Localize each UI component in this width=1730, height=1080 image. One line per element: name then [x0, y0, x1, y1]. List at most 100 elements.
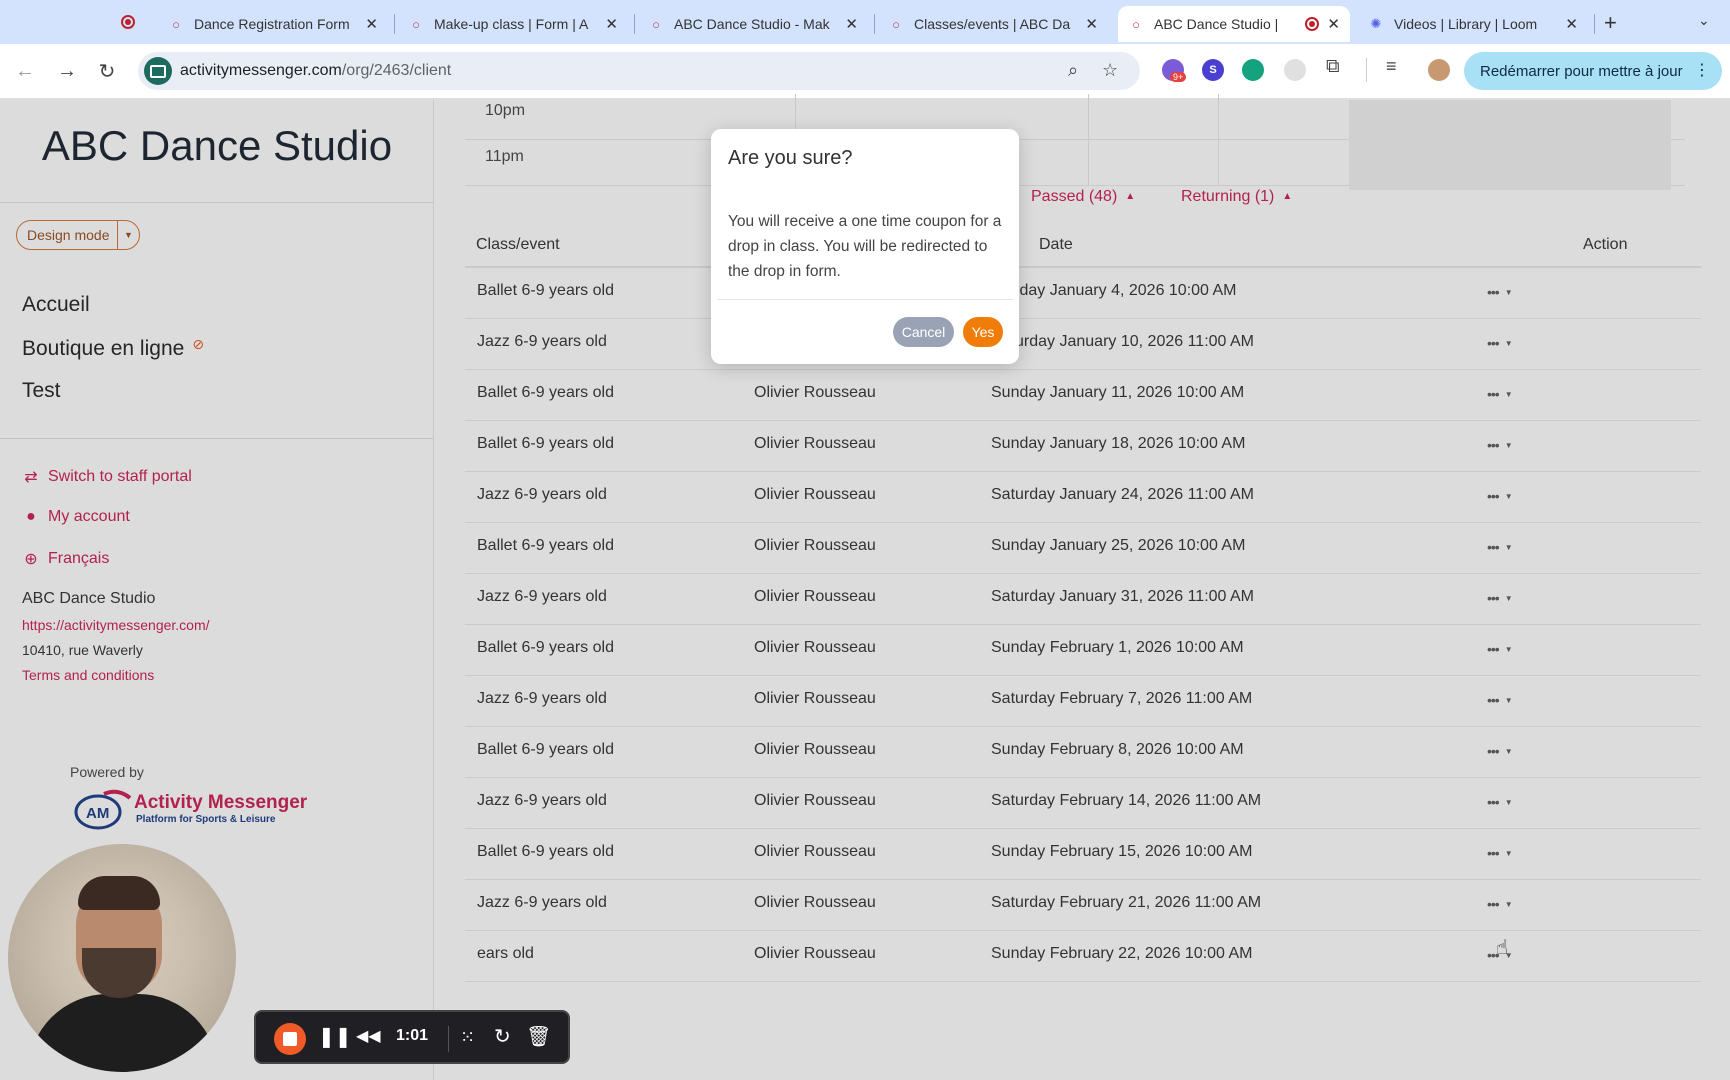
- cancel-button[interactable]: Cancel: [893, 317, 954, 347]
- row-date: Sunday February 15, 2026 10:00 AM: [991, 843, 1253, 860]
- passed-filter[interactable]: Passed (48) ▲: [1031, 188, 1135, 206]
- row-action-menu[interactable]: ••• ▼: [1487, 794, 1513, 810]
- grammarly-icon[interactable]: [1242, 59, 1264, 81]
- row-date: Saturday February 14, 2026 11:00 AM: [991, 792, 1262, 809]
- row-action-menu[interactable]: ••• ▼: [1487, 896, 1513, 912]
- more-dots-icon: •••: [1487, 437, 1500, 453]
- chevron-down-icon: ▼: [1504, 339, 1513, 348]
- row-action-menu[interactable]: ••• ▼: [1487, 386, 1513, 402]
- row-class: Ballet 6-9 years old: [477, 639, 614, 656]
- chevron-down-icon[interactable]: ▼: [117, 221, 139, 249]
- grid-icon[interactable]: ⁙: [460, 1025, 475, 1049]
- close-tab-icon[interactable]: ✕: [1327, 15, 1340, 33]
- row-instructor: Olivier Rousseau: [754, 690, 876, 707]
- row-action-menu[interactable]: ••• ▼: [1487, 488, 1513, 504]
- site-info-icon[interactable]: [144, 57, 172, 85]
- browser-tab-4[interactable]: ○ Classes/events | ABC Da ✕: [878, 6, 1108, 42]
- bookmark-star-icon[interactable]: ☆: [1102, 60, 1118, 81]
- reload-icon[interactable]: ↻: [92, 56, 122, 86]
- sidebar-item-boutique[interactable]: Boutique en ligne ⊘: [22, 336, 204, 361]
- row-action-menu[interactable]: ••• ▼: [1487, 845, 1513, 861]
- pause-icon[interactable]: ❚❚: [318, 1025, 352, 1049]
- row-action-menu[interactable]: ••• ▼: [1487, 437, 1513, 453]
- tab-search-chevron-icon[interactable]: ⌄: [1698, 12, 1710, 29]
- row-date: Saturday February 21, 2026 11:00 AM: [991, 894, 1262, 911]
- media-queue-icon[interactable]: ≡: [1386, 56, 1397, 77]
- chevron-down-icon: ▼: [1504, 798, 1513, 807]
- rewind-icon[interactable]: ◀◀: [356, 1025, 381, 1049]
- row-instructor: Olivier Rousseau: [754, 639, 876, 656]
- back-arrow-icon[interactable]: ←: [10, 56, 40, 86]
- row-action-menu[interactable]: ••• ▼: [1487, 335, 1513, 351]
- sidebar-item-accueil[interactable]: Accueil: [22, 293, 90, 317]
- eye-off-icon: ⊘: [192, 336, 205, 352]
- new-tab-button[interactable]: +: [1604, 10, 1617, 36]
- my-account-link[interactable]: ● My account: [22, 508, 130, 526]
- zoom-icon[interactable]: ⌕: [1068, 60, 1078, 81]
- profile-avatar-icon[interactable]: [1428, 59, 1450, 81]
- row-class: Ballet 6-9 years old: [477, 282, 614, 299]
- row-class: Ballet 6-9 years old: [477, 435, 614, 452]
- browser-tab-1[interactable]: ○ Dance Registration Form ✕: [158, 6, 388, 42]
- language-link[interactable]: ⊕ Français: [22, 549, 109, 569]
- chevron-down-icon: ▼: [1504, 900, 1513, 909]
- activity-messenger-logo[interactable]: AM Activity Messenger Platform for Sport…: [74, 786, 314, 832]
- webcam-person-hair: [78, 876, 160, 910]
- stop-recording-button[interactable]: [274, 1023, 306, 1055]
- extensions-puzzle-icon[interactable]: ⧉: [1326, 56, 1340, 78]
- close-tab-icon[interactable]: ✕: [845, 15, 858, 33]
- column-header-action: Action: [1583, 236, 1628, 253]
- chevron-down-icon: ▼: [1504, 849, 1513, 858]
- close-tab-icon[interactable]: ✕: [1085, 15, 1098, 33]
- divider: [0, 202, 434, 203]
- trash-icon[interactable]: 🗑: [526, 1025, 551, 1049]
- row-class: Ballet 6-9 years old: [477, 843, 614, 860]
- row-action-menu[interactable]: ••• ▼: [1487, 590, 1513, 606]
- chat-bubble-icon: ○: [1132, 16, 1140, 32]
- row-date: Sunday February 22, 2026 10:00 AM: [991, 945, 1253, 962]
- extension-gray-icon[interactable]: [1284, 59, 1306, 81]
- switch-to-staff-portal-link[interactable]: ⇄ Switch to staff portal: [22, 467, 191, 487]
- url-text: activitymessenger.com/org/2463/client: [180, 62, 452, 79]
- row-date: Sunday January 11, 2026 10:00 AM: [991, 384, 1245, 401]
- browser-tab-3[interactable]: ○ ABC Dance Studio - Mak ✕: [638, 6, 868, 42]
- calendar-time-label: 10pm: [485, 102, 526, 119]
- browser-tab-2[interactable]: ○ Make-up class | Form | A ✕: [398, 6, 628, 42]
- table-row: Jazz 6-9 years oldOlivier RousseauSaturd…: [465, 319, 1701, 370]
- row-action-menu[interactable]: ••• ▼: [1487, 284, 1513, 300]
- browser-tab-active[interactable]: ○ ABC Dance Studio | ✕: [1118, 6, 1350, 42]
- design-mode-button[interactable]: Design mode ▼: [16, 220, 140, 250]
- close-tab-icon[interactable]: ✕: [1565, 15, 1578, 33]
- close-tab-icon[interactable]: ✕: [605, 15, 618, 33]
- logo-tagline: Platform for Sports & Leisure: [136, 814, 276, 825]
- yes-button[interactable]: Yes: [963, 317, 1003, 347]
- row-class: Jazz 6-9 years old: [477, 894, 607, 911]
- powered-by-label: Powered by: [70, 764, 144, 780]
- update-restart-button[interactable]: Redémarrer pour mettre à jour ⋮: [1464, 52, 1722, 90]
- row-action-menu[interactable]: ••• ▼: [1487, 743, 1513, 759]
- calendar-shaded-area: [1349, 100, 1671, 190]
- row-class: Jazz 6-9 years old: [477, 588, 607, 605]
- row-class: Ballet 6-9 years old: [477, 537, 614, 554]
- row-action-menu[interactable]: ••• ▼: [1487, 692, 1513, 708]
- s-extension-icon[interactable]: S: [1202, 59, 1224, 81]
- table-row: Jazz 6-9 years oldOlivier RousseauSaturd…: [465, 472, 1701, 523]
- address-bar[interactable]: activitymessenger.com/org/2463/client ⌕ …: [138, 52, 1140, 90]
- row-action-menu[interactable]: ••• ▼: [1487, 539, 1513, 555]
- restart-icon[interactable]: ↻: [494, 1025, 511, 1049]
- row-action-menu[interactable]: ••• ▼: [1487, 641, 1513, 657]
- chat-bubble-icon: ○: [652, 16, 660, 32]
- more-menu-icon[interactable]: ⋮: [1694, 60, 1710, 80]
- close-tab-icon[interactable]: ✕: [365, 15, 378, 33]
- table-row: Jazz 6-9 years oldOlivier RousseauSaturd…: [465, 574, 1701, 625]
- sidebar-item-test[interactable]: Test: [22, 379, 61, 403]
- terms-link[interactable]: Terms and conditions: [22, 667, 154, 683]
- returning-filter[interactable]: Returning (1) ▲: [1181, 188, 1292, 206]
- chevron-down-icon: ▼: [1504, 696, 1513, 705]
- browser-tab-6[interactable]: ✺ Videos | Library | Loom ✕: [1358, 6, 1588, 42]
- org-website-link[interactable]: https://activitymessenger.com/: [22, 617, 210, 633]
- webcam-person-body: [28, 994, 218, 1072]
- webcam-bubble[interactable]: [8, 844, 236, 1072]
- calendar-column-line: [1088, 140, 1089, 186]
- forward-arrow-icon[interactable]: →: [52, 56, 82, 86]
